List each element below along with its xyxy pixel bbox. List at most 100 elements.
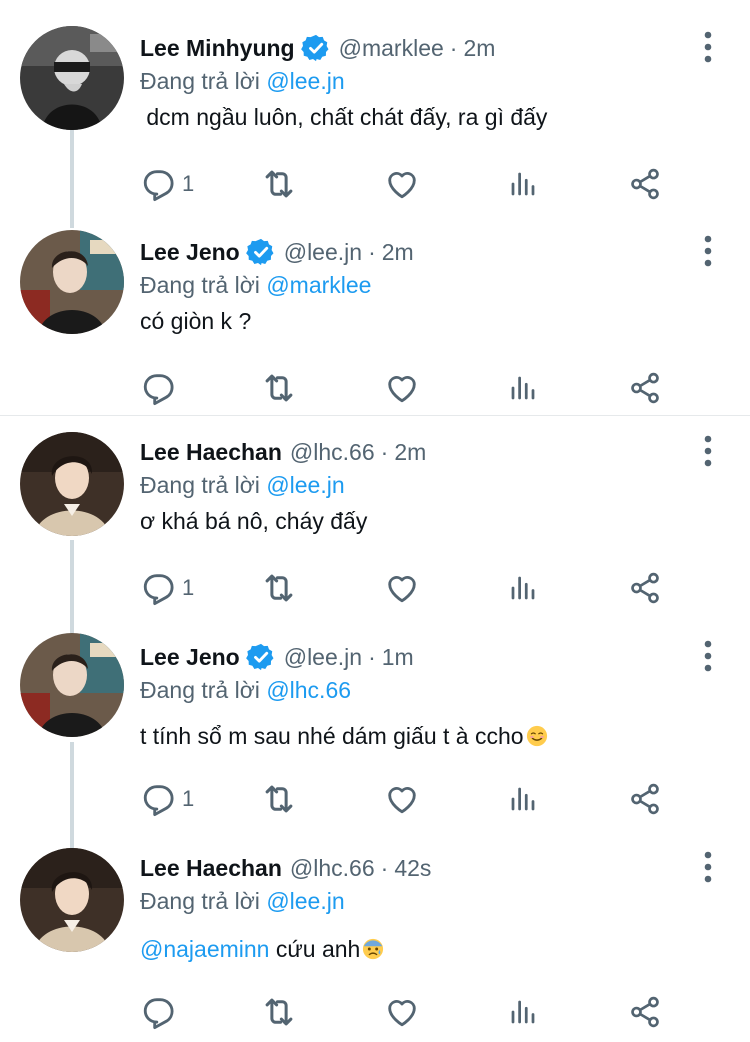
replying-to: Đang trả lời @lee.jn: [140, 472, 345, 499]
verified-badge-icon: [246, 642, 276, 672]
tweet[interactable]: Lee Jeno @lee.jn · 2m Đang trả lời @mark…: [0, 222, 750, 422]
views-button[interactable]: [508, 368, 538, 408]
reply-icon: [140, 370, 176, 406]
share-icon: [628, 782, 662, 816]
replying-to-mention[interactable]: @lee.jn: [266, 888, 344, 914]
like-icon: [384, 994, 420, 1030]
timestamp[interactable]: 42s: [394, 855, 431, 882]
more-vertical-icon[interactable]: [698, 234, 718, 268]
reply-count: 1: [182, 171, 195, 196]
reply-icon: [140, 994, 176, 1030]
more-vertical-icon[interactable]: [698, 639, 718, 673]
reply-button[interactable]: [140, 368, 182, 408]
views-button[interactable]: [508, 992, 538, 1032]
reply-button[interactable]: [140, 992, 182, 1032]
retweet-icon: [260, 369, 298, 407]
share-icon: [628, 371, 662, 405]
tweet-header: Lee Jeno @lee.jn · 2m: [140, 234, 414, 270]
avatar[interactable]: [20, 633, 124, 737]
replying-to: Đang trả lời @lhc.66: [140, 677, 351, 704]
tweet-text: ơ khá bá nô, cháy đấy: [140, 508, 368, 534]
replying-to-mention[interactable]: @lee.jn: [266, 472, 344, 498]
display-name[interactable]: Lee Haechan: [140, 439, 282, 466]
replying-to: Đang trả lời @marklee: [140, 272, 371, 299]
retweet-button[interactable]: [260, 779, 298, 819]
share-button[interactable]: [628, 779, 662, 819]
retweet-button[interactable]: [260, 368, 298, 408]
replying-to-mention[interactable]: @marklee: [266, 272, 371, 298]
display-name[interactable]: Lee Minhyung: [140, 35, 295, 62]
replying-to-label: Đang trả lời: [140, 272, 260, 298]
timestamp[interactable]: 2m: [382, 239, 414, 266]
replying-to-label: Đang trả lời: [140, 677, 260, 703]
timestamp[interactable]: 2m: [394, 439, 426, 466]
tweet-text: t tính sổ m sau nhé dám giấu t à ccho: [140, 723, 548, 750]
retweet-icon: [260, 993, 298, 1031]
tweet-header: Lee Jeno @lee.jn · 1m: [140, 639, 414, 675]
views-button[interactable]: [508, 164, 538, 204]
like-button[interactable]: [384, 368, 420, 408]
views-button[interactable]: [508, 779, 538, 819]
user-handle[interactable]: @lhc.66: [290, 439, 375, 466]
tweet-text: có giòn k ?: [140, 308, 252, 334]
more-vertical-icon[interactable]: [698, 30, 718, 64]
more-vertical-icon[interactable]: [698, 850, 718, 884]
like-icon: [384, 166, 420, 202]
avatar[interactable]: [20, 848, 124, 952]
user-handle[interactable]: @marklee: [339, 35, 444, 62]
retweet-icon: [260, 165, 298, 203]
retweet-button[interactable]: [260, 992, 298, 1032]
display-name[interactable]: Lee Haechan: [140, 855, 282, 882]
like-button[interactable]: [384, 568, 420, 608]
reply-count: 1: [182, 786, 195, 811]
views-button[interactable]: [508, 568, 538, 608]
retweet-button[interactable]: [260, 568, 298, 608]
retweet-icon: [260, 569, 298, 607]
user-handle[interactable]: @lhc.66: [290, 855, 375, 882]
share-button[interactable]: [628, 992, 662, 1032]
tweet[interactable]: Lee Minhyung @marklee · 2m Đang trả lời …: [0, 18, 750, 218]
tweet-actions: [140, 992, 680, 1032]
display-name[interactable]: Lee Jeno: [140, 644, 240, 671]
display-name[interactable]: Lee Jeno: [140, 239, 240, 266]
views-icon: [508, 784, 538, 814]
like-button[interactable]: [384, 164, 420, 204]
retweet-button[interactable]: [260, 164, 298, 204]
like-button[interactable]: [384, 779, 420, 819]
user-handle[interactable]: @lee.jn: [284, 644, 362, 671]
avatar[interactable]: [20, 26, 124, 130]
verified-badge-icon: [246, 237, 276, 267]
views-icon: [508, 997, 538, 1027]
like-icon: [384, 570, 420, 606]
reply-icon: [140, 166, 176, 202]
user-handle[interactable]: @lee.jn: [284, 239, 362, 266]
timestamp[interactable]: 1m: [382, 644, 414, 671]
reply-button[interactable]: 1: [140, 164, 194, 204]
avatar[interactable]: [20, 230, 124, 334]
more-vertical-icon[interactable]: [698, 434, 718, 468]
tweet[interactable]: Lee Haechan @lhc.66 · 2m Đang trả lời @l…: [0, 422, 750, 622]
like-icon: [384, 781, 420, 817]
tweet[interactable]: Lee Haechan @lhc.66 · 42s Đang trả lời @…: [0, 838, 750, 1038]
replying-to-label: Đang trả lời: [140, 472, 260, 498]
separator-dot: ·: [380, 854, 389, 881]
replying-to: Đang trả lời @lee.jn: [140, 888, 345, 915]
tweet[interactable]: Lee Jeno @lee.jn · 1m Đang trả lời @lhc.…: [0, 627, 750, 827]
replying-to-mention[interactable]: @lhc.66: [266, 677, 351, 703]
anxious-face-emoji: [362, 938, 384, 960]
share-button[interactable]: [628, 368, 662, 408]
replying-to-mention[interactable]: @lee.jn: [266, 68, 344, 94]
reply-button[interactable]: 1: [140, 568, 194, 608]
reply-button[interactable]: 1: [140, 779, 194, 819]
avatar[interactable]: [20, 432, 124, 536]
verified-badge-icon: [301, 33, 331, 63]
text-mention[interactable]: @najaeminn: [140, 936, 269, 962]
views-icon: [508, 169, 538, 199]
share-button[interactable]: [628, 164, 662, 204]
tweet-actions: [140, 368, 680, 408]
timestamp[interactable]: 2m: [463, 35, 495, 62]
like-button[interactable]: [384, 992, 420, 1032]
share-icon: [628, 995, 662, 1029]
share-button[interactable]: [628, 568, 662, 608]
reply-icon: [140, 570, 176, 606]
